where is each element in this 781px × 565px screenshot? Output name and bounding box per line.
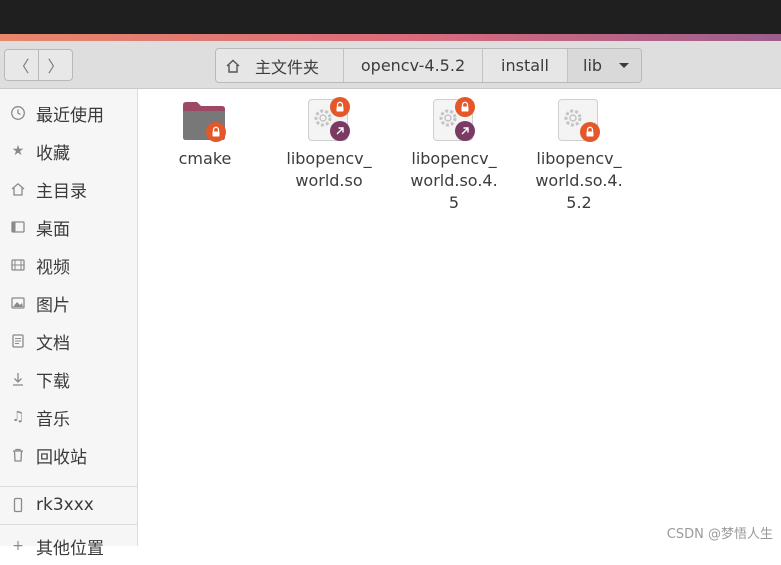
sidebar-item-label: 回收站 [36,447,87,468]
folder-icon [181,99,229,145]
breadcrumb: 主文件夹 opencv-4.5.2 install lib [215,48,642,83]
crumb-install[interactable]: install [482,49,567,82]
lock-icon [330,97,350,117]
window-titlebar [0,0,781,34]
video-icon [9,257,27,273]
sidebar-item-documents[interactable]: 文档 [0,322,137,360]
sidebar-item-label: 主目录 [36,181,87,202]
desktop-icon [9,219,27,235]
star-icon: ★ [11,143,25,159]
sidebar-item-music[interactable]: ♫ 音乐 [0,398,137,436]
lock-icon [455,97,475,117]
symlink-arrow-icon [330,121,350,141]
sidebar-item-label: rk3xxx [36,495,94,515]
navigation-buttons: 〈 〉 [4,49,73,81]
sidebar-item-downloads[interactable]: 下载 [0,360,137,398]
picture-icon [9,295,27,311]
file-item[interactable]: libopencv_world.so.4.5.2 [531,99,627,214]
file-item[interactable]: libopencv_world.so [281,97,377,192]
sidebar-item-label: 最近使用 [36,105,104,126]
crumb-home[interactable]: 主文件夹 [216,49,343,82]
sidebar-item-label: 音乐 [36,409,70,430]
phone-icon [9,497,27,513]
crumb-install-label: install [501,56,549,75]
sidebar-item-device-rk3xxx[interactable]: rk3xxx [0,486,137,524]
plus-icon: + [12,538,24,554]
document-icon [9,333,27,349]
sidebar-item-trash[interactable]: 回收站 [0,436,137,474]
back-button[interactable]: 〈 [5,50,38,80]
sidebar-item-pictures[interactable]: 图片 [0,284,137,322]
sidebar-item-label: 图片 [36,295,70,316]
sidebar-item-other-locations[interactable]: + 其他位置 [0,527,137,565]
library-file-icon [430,97,478,145]
lock-icon [580,122,600,142]
sidebar-item-home[interactable]: 主目录 [0,170,137,208]
library-file-icon [555,99,603,145]
crumb-opencv-label: opencv-4.5.2 [360,56,466,75]
home-icon [226,59,240,73]
trash-icon [9,447,27,463]
file-view: cmake libopencv_world.so libopencv_world… [138,89,781,546]
sidebar-item-label: 视频 [36,257,70,278]
crumb-opencv[interactable]: opencv-4.5.2 [343,49,482,82]
forward-button[interactable]: 〉 [38,50,72,80]
sidebar-item-desktop[interactable]: 桌面 [0,208,137,246]
file-name: libopencv_world.so.4.5 [410,149,498,212]
sidebar-item-label: 收藏 [36,143,70,164]
music-icon: ♫ [11,409,25,425]
crumb-lib-label: lib [583,56,603,75]
file-item[interactable]: cmake [157,99,253,170]
sidebar-item-label: 文档 [36,333,70,354]
sidebar-item-videos[interactable]: 视频 [0,246,137,284]
file-item[interactable]: libopencv_world.so.4.5 [406,97,502,214]
crumb-lib[interactable]: lib [567,49,641,82]
watermark: CSDN @梦悟人生 [666,527,773,542]
accent-strip [0,34,781,41]
symlink-arrow-icon [455,121,475,141]
crumb-home-label: 主文件夹 [255,57,320,77]
lock-icon [206,122,226,142]
sidebar-item-label: 下载 [36,371,70,392]
dropdown-caret-icon[interactable] [619,63,629,68]
header-bar: 〈 〉 主文件夹 opencv-4.5.2 install lib [0,41,781,89]
file-name: libopencv_world.so [286,149,372,190]
file-name: libopencv_world.so.4.5.2 [535,149,623,212]
sidebar: 最近使用 ★ 收藏 主目录 桌面 视频 图片 文档 下载 ♫ 音乐 回收站 rk… [0,89,138,559]
sidebar-item-recent[interactable]: 最近使用 [0,94,137,132]
download-icon [9,371,27,387]
home-icon [9,181,27,197]
clock-icon [9,105,27,121]
file-name: cmake [178,149,232,168]
sidebar-item-starred[interactable]: ★ 收藏 [0,132,137,170]
library-file-icon [305,97,353,145]
sidebar-item-label: 其他位置 [36,538,104,559]
sidebar-item-label: 桌面 [36,219,70,240]
sidebar-divider [0,524,137,525]
